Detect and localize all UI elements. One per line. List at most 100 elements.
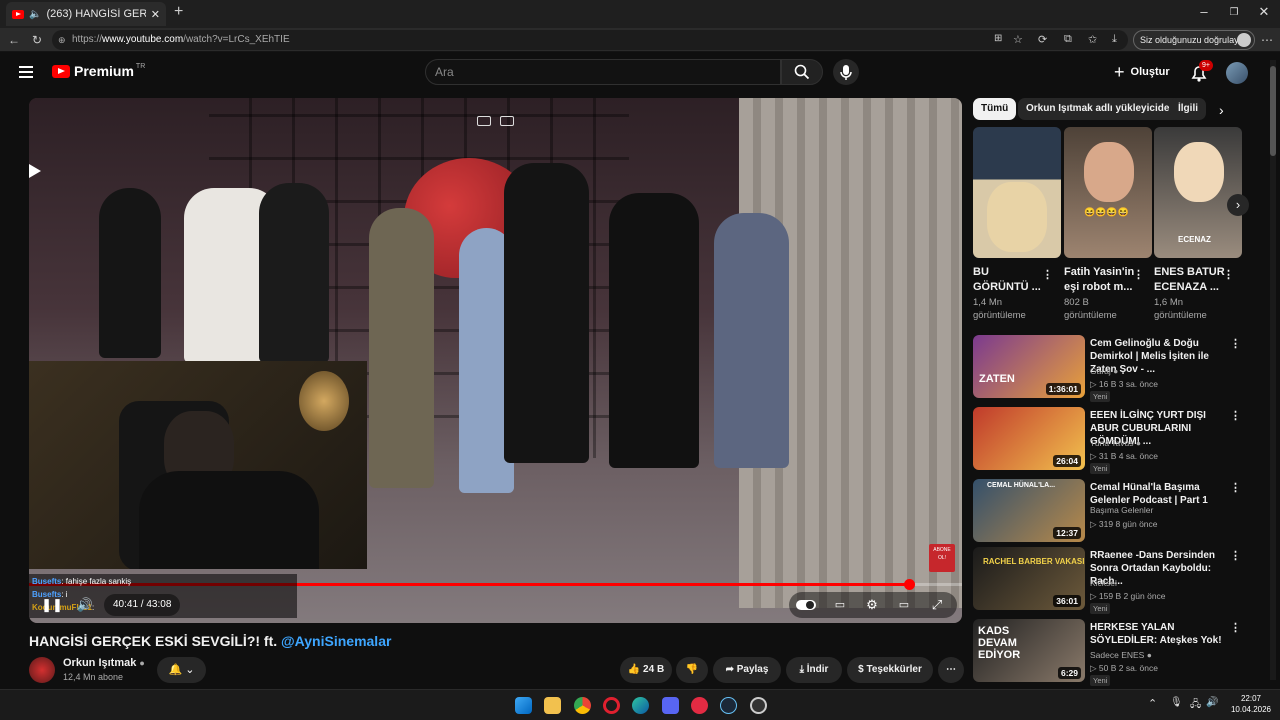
video-player[interactable]: ABONE OL! Busefts: fahişe fazla sankiş B… xyxy=(29,98,962,623)
file-explorer-icon[interactable] xyxy=(544,697,561,714)
hamburger-menu-icon[interactable] xyxy=(19,66,33,78)
verify-identity-button[interactable]: Siz olduğunuzu doğrulayın xyxy=(1133,30,1255,50)
recommendation-item[interactable]: 26:04 EEEN İLGİNÇ YURT DIŞI ABUR CUBURLA… xyxy=(973,407,1273,474)
recommendation-thumbnail[interactable]: KADS DEVAM EDİYOR 6:29 xyxy=(973,619,1085,682)
shorts-next-button[interactable]: › xyxy=(1227,194,1249,216)
mention-link[interactable]: @AyniSinemalar xyxy=(281,633,391,649)
recommendation-more-icon[interactable]: ⋮ xyxy=(1230,549,1241,562)
channel-name[interactable]: Orkun Işıtmak ● xyxy=(63,657,145,669)
recommendation-channel[interactable]: Garaj ● xyxy=(1090,366,1118,376)
short-more-icon[interactable]: ⋮ xyxy=(1133,268,1144,281)
recommendation-channel[interactable]: Başıma Gelenler xyxy=(1090,505,1153,515)
pause-icon[interactable]: ❚❚ xyxy=(41,594,63,616)
youtube-logo[interactable]: Premium TR xyxy=(52,63,145,79)
channel-label: Garaj xyxy=(1090,366,1111,376)
translate-icon[interactable]: ⊞ xyxy=(994,33,1002,44)
minimize-button[interactable]: – xyxy=(1192,4,1216,19)
settings-gear-icon[interactable]: ⚙ xyxy=(861,594,883,616)
recommendation-channel[interactable]: Sadece ENES ● xyxy=(1090,650,1152,660)
chrome-icon[interactable] xyxy=(574,697,591,714)
browser-tab[interactable]: 🔈 (263) HANGİSİ GERÇEK ESKİ S ✕ xyxy=(6,2,166,26)
chip-all[interactable]: Tümü xyxy=(973,98,1017,120)
discord-icon[interactable] xyxy=(662,697,679,714)
voice-search-button[interactable] xyxy=(833,59,859,85)
url-field[interactable]: ⊕ https://www.youtube.com/watch?v=LrCs_X… xyxy=(52,30,1128,50)
short-title[interactable]: BU GÖRÜNTÜ ... xyxy=(973,265,1045,295)
volume-icon[interactable]: 🔊 xyxy=(74,594,96,616)
recommendation-thumbnail[interactable]: 26:04 xyxy=(973,407,1085,470)
speaker-tray-icon[interactable]: 🔊 xyxy=(1206,697,1218,708)
reload-icon[interactable]: ↻ xyxy=(32,33,42,47)
edge-icon[interactable] xyxy=(632,697,649,714)
favorites-icon[interactable]: ✩ xyxy=(1088,33,1097,46)
recommendation-title[interactable]: Cemal Hünal'la Başıma Gelenler Podcast |… xyxy=(1090,481,1230,507)
recommendation-thumbnail[interactable]: CEMAL HÜNAL'LA... 12:37 xyxy=(973,479,1085,542)
autoplay-toggle[interactable] xyxy=(796,594,818,616)
recommendation-more-icon[interactable]: ⋮ xyxy=(1230,409,1241,422)
short-title[interactable]: Fatih Yasin'in eşi robot m... xyxy=(1064,265,1136,295)
video-person xyxy=(259,183,329,363)
browser-menu-icon[interactable]: ⋯ xyxy=(1261,33,1273,47)
media-player-icon[interactable] xyxy=(691,697,708,714)
recommendation-title[interactable]: HERKESE YALAN SÖYLEDİLER: Ateşkes Yok! xyxy=(1090,621,1230,647)
recommendation-more-icon[interactable]: ⋮ xyxy=(1230,481,1241,494)
share-button[interactable]: ➦ Paylaş xyxy=(713,657,781,683)
short-title[interactable]: ENES BATUR ECENAZA ... xyxy=(1154,265,1226,295)
short-thumbnail[interactable]: 😆😆😆😆 xyxy=(1064,127,1152,258)
create-button[interactable]: + Oluştur xyxy=(1114,59,1170,85)
short-more-icon[interactable]: ⋮ xyxy=(1042,268,1053,281)
obs-icon[interactable] xyxy=(750,697,767,714)
recommendation-item[interactable]: KADS DEVAM EDİYOR 6:29 HERKESE YALAN SÖY… xyxy=(973,619,1273,686)
taskbar-clock[interactable]: 22:07 10.04.2026 xyxy=(1228,693,1274,715)
steam-icon[interactable] xyxy=(720,697,737,714)
recommendation-more-icon[interactable]: ⋮ xyxy=(1230,621,1241,634)
fullscreen-icon[interactable]: ⤢ xyxy=(926,594,948,616)
short-thumbnail[interactable]: ECENAZ xyxy=(1154,127,1242,258)
favorite-star-icon[interactable]: ☆ xyxy=(1013,33,1023,46)
opera-icon[interactable] xyxy=(603,697,620,714)
dislike-button[interactable]: 👎 xyxy=(676,657,708,683)
recommendation-item[interactable]: ZATEN 1:36:01 Cem Gelinoğlu & Doğu Demir… xyxy=(973,335,1273,402)
maximize-button[interactable]: ❐ xyxy=(1222,7,1246,18)
recommendation-channel[interactable]: Tuna Tavus ● xyxy=(1090,438,1141,448)
channel-avatar[interactable] xyxy=(29,657,55,683)
miniplayer-icon[interactable] xyxy=(477,116,491,126)
speaker-icon[interactable]: 🔈 xyxy=(29,9,41,20)
short-thumbnail[interactable] xyxy=(973,127,1061,258)
short-more-icon[interactable]: ⋮ xyxy=(1223,268,1234,281)
download-button[interactable]: ⤓ İndir xyxy=(786,657,842,683)
like-button[interactable]: 👍 24 B xyxy=(620,657,672,683)
network-icon[interactable]: 🖧 xyxy=(1190,697,1201,714)
site-info-icon[interactable]: ⊕ xyxy=(58,30,66,50)
recommendation-item[interactable]: CEMAL HÜNAL'LA... 12:37 Cemal Hünal'la B… xyxy=(973,479,1273,543)
extensions-icon[interactable]: ⟳ xyxy=(1038,33,1047,46)
chips-next-icon[interactable]: › xyxy=(1219,102,1224,118)
split-screen-icon[interactable]: ⧉ xyxy=(1064,33,1072,46)
account-avatar[interactable] xyxy=(1226,62,1248,84)
subtitles-icon[interactable]: ▭ xyxy=(829,594,851,616)
tray-chevron-icon[interactable]: ⌃ xyxy=(1148,697,1157,710)
close-tab-icon[interactable]: ✕ xyxy=(151,8,160,21)
theater-mode-icon[interactable]: ▭ xyxy=(893,594,915,616)
subscribed-bell-button[interactable]: 🔔 ⌄ xyxy=(157,657,206,683)
recommendation-thumbnail[interactable]: ZATEN 1:36:01 xyxy=(973,335,1085,398)
recommendation-more-icon[interactable]: ⋮ xyxy=(1230,337,1241,350)
search-button[interactable] xyxy=(781,59,823,85)
close-window-button[interactable]: ✕ xyxy=(1252,4,1276,20)
downloads-icon[interactable]: ⤓ xyxy=(1112,33,1117,46)
progress-knob[interactable] xyxy=(903,579,915,590)
back-icon[interactable]: ← xyxy=(8,33,20,47)
recommendation-thumbnail[interactable]: RACHEL BARBER VAKASI 36:01 xyxy=(973,547,1085,610)
more-actions-button[interactable]: ⋯ xyxy=(938,657,964,683)
search-input[interactable]: Ara xyxy=(425,59,781,85)
new-tab-button[interactable]: + xyxy=(174,3,183,21)
windows-start-icon[interactable] xyxy=(515,697,532,714)
page-scrollbar[interactable] xyxy=(1270,60,1276,680)
recommendation-item[interactable]: RACHEL BARBER VAKASI 36:01 RRaenee -Dans… xyxy=(973,547,1273,614)
recommendation-channel[interactable]: Kicksel xyxy=(1090,578,1117,588)
chip-related[interactable]: İlgili xyxy=(1170,98,1206,120)
cast-icon[interactable] xyxy=(500,116,514,126)
thanks-button[interactable]: $ Teşekkürler xyxy=(847,657,933,683)
chip-from-uploader[interactable]: Orkun Işıtmak adlı yükleyiciden xyxy=(1018,98,1184,120)
mic-tray-icon[interactable]: 🎙 xyxy=(1170,697,1183,708)
